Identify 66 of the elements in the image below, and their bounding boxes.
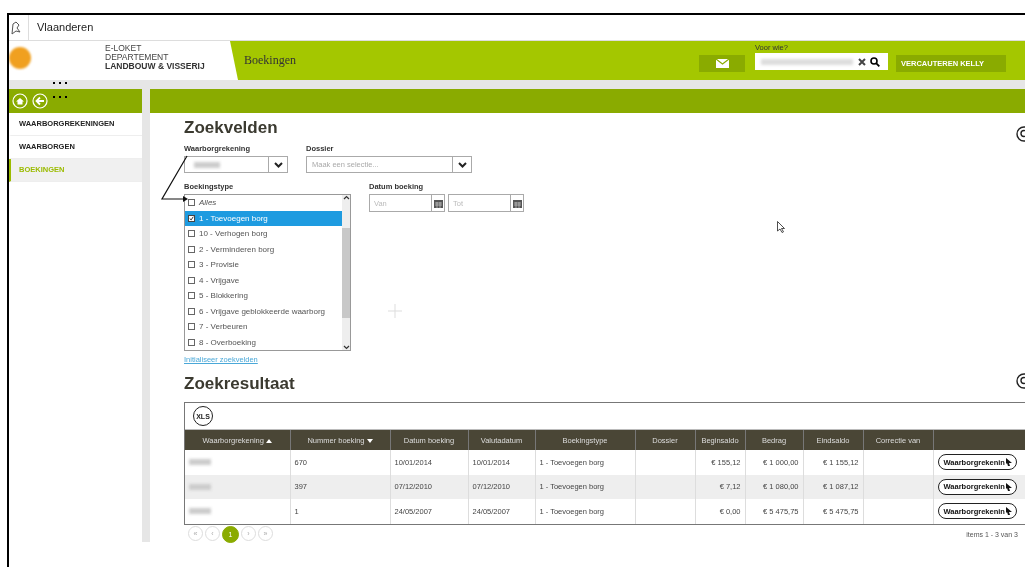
checkbox[interactable] [188,261,195,269]
option-label: 8 - Overboeking [199,337,256,347]
option-label: 10 - Verhogen borg [199,229,268,239]
pointer-icon [1005,482,1013,491]
option-label: 4 - Vrijgave [199,275,240,285]
checkbox[interactable] [188,245,195,253]
envelope-icon [715,59,729,68]
back-icon[interactable] [32,93,48,109]
blurred-text [194,161,220,168]
department-name: LANDBOUW & VISSERIJ [105,62,206,71]
chevron-up-icon[interactable] [342,195,350,200]
list-option[interactable]: 6 - Vrijgave geblokkeerde waarborg [185,303,342,319]
section-title: Zoekvelden [184,118,278,139]
lion-logo-icon [10,19,22,36]
checkbox[interactable] [188,307,195,315]
calendar-icon[interactable] [512,198,522,208]
option-label: 6 - Vrijgave geblokkeerde waarborg [199,306,325,316]
checkbox[interactable] [188,276,195,284]
chevron-down-icon[interactable] [342,345,350,350]
search-field[interactable] [755,53,888,70]
section-title: Zoekresultaat [184,374,295,395]
list-option[interactable]: 2 - Verminderen borg [185,241,342,257]
option-label: 3 - Provisie [199,260,239,270]
clear-icon[interactable] [858,57,866,66]
site-title: Vlaanderen [28,15,94,40]
zoom-icon[interactable] [1015,373,1025,391]
home-icon[interactable] [12,93,28,109]
chevron-down-icon [273,161,283,168]
list-option[interactable]: 10 - Verhogen borg [185,226,342,242]
blurred-text [189,459,211,466]
list-option[interactable]: 5 - Blokkering [185,288,342,304]
checkbox[interactable] [188,292,195,300]
checkbox[interactable] [188,230,195,238]
option-label: 7 - Verbeuren [199,322,248,332]
message-button[interactable] [699,55,745,72]
zoom-icon[interactable] [1015,126,1025,144]
calendar-icon[interactable] [433,198,443,208]
blurred-text [189,508,211,515]
list-option[interactable]: 8 - Overboeking [185,334,342,350]
calendar-button[interactable] [431,194,445,212]
department-name: E-LOKET [105,44,143,53]
option-label: Alles [199,198,217,208]
booking-type-list[interactable]: Alles 1 - Toevoegen borg 10 - Verhogen borg 2 - Verminderen borg 3 - Provisie 4 - Vrijgave 5 - Blokkering 6 - Vrijgave geblokkeerde waarborg 7 - Verbeuren 8 - Overboeking [184,194,351,351]
crosshair-icon [388,304,402,318]
calendar-button[interactable] [510,194,524,212]
blurred-text [189,483,211,490]
list-option[interactable]: Alles [185,195,342,211]
checkbox[interactable] [188,323,195,331]
option-label: 5 - Blokkering [199,291,248,301]
list-option[interactable]: 4 - Vrijgave [185,272,342,288]
option-label: 2 - Verminderen borg [199,244,275,254]
page-title: Boekingen [244,53,297,68]
department-name: DEPARTEMENT [105,53,170,62]
pointer-icon [1005,507,1013,516]
list-option[interactable]: 3 - Provisie [185,257,342,273]
option-label: 1 - Toevoegen borg [199,213,268,223]
pointer-icon [1005,458,1013,467]
checkbox[interactable] [188,338,195,346]
chevron-down-icon [457,161,467,168]
logo-icon [9,47,31,69]
checkbox[interactable] [188,214,195,222]
checkbox[interactable] [188,199,195,207]
scrollbar[interactable] [342,195,350,350]
mouse-pointer-icon [777,221,785,233]
search-icon[interactable] [870,56,880,67]
list-option[interactable]: 7 - Verbeuren [185,319,342,335]
